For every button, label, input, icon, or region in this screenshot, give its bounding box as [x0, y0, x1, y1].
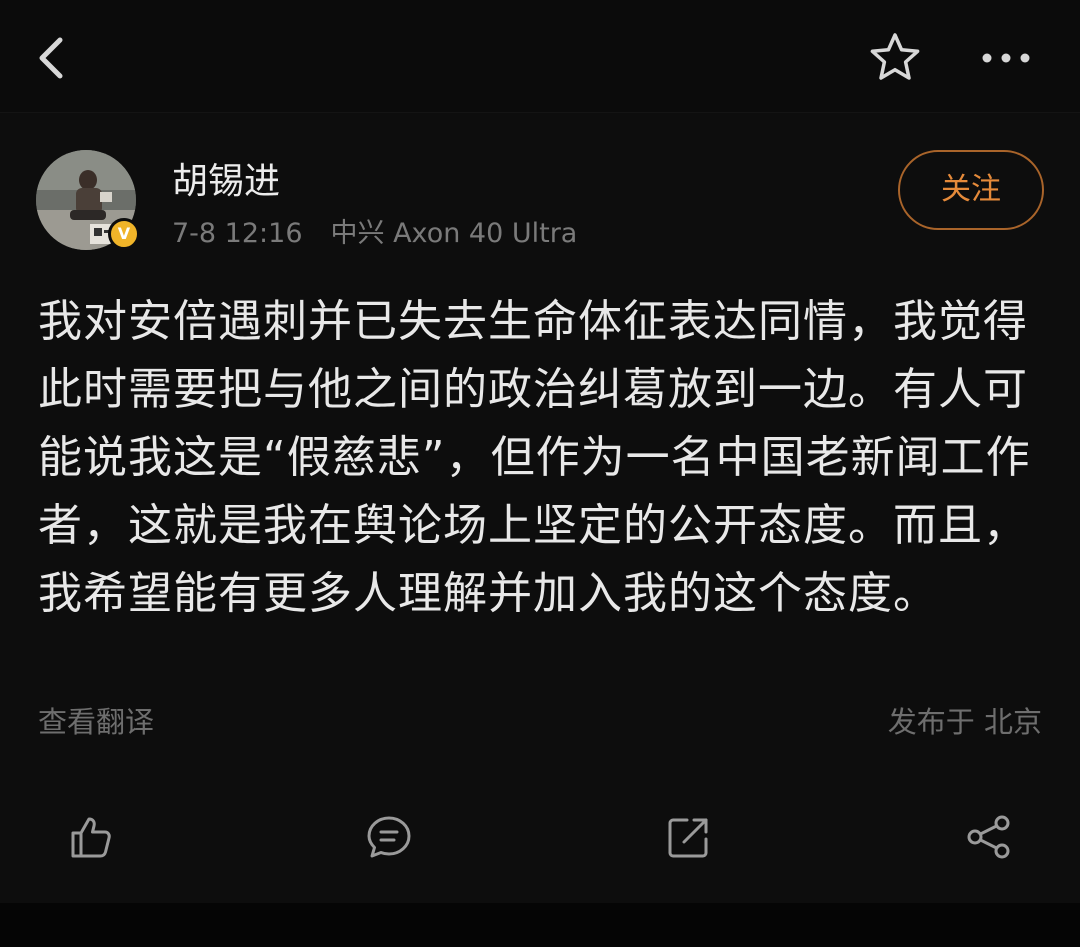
bottom-edge [0, 903, 1080, 947]
verified-badge: V [108, 218, 140, 250]
more-horizontal-icon [982, 53, 1030, 63]
post-content: 我对安倍遇刺并已失去生命体征表达同情，我觉得此时需要把与他之间的政治纠葛放到一边… [38, 296, 1031, 619]
post-meta: 7-8 12:16 中兴 Axon 40 Ultra [172, 216, 577, 252]
chevron-left-icon [39, 37, 63, 79]
repost-icon [668, 818, 708, 858]
comment-button[interactable] [364, 812, 414, 862]
post-location: 发布于 北京 [887, 705, 1042, 739]
post-device: 中兴 Axon 40 Ultra [330, 218, 578, 249]
star-outline-icon [870, 33, 920, 80]
like-button[interactable] [66, 812, 116, 862]
more-options-button[interactable] [975, 40, 1037, 76]
comment-icon [367, 816, 411, 858]
post-timestamp: 7-8 12:16 [172, 218, 303, 249]
share-button[interactable] [964, 812, 1014, 862]
thumbs-up-icon [71, 817, 111, 858]
share-icon [967, 815, 1010, 859]
translate-link[interactable]: 查看翻译 [38, 702, 154, 742]
back-button[interactable] [30, 32, 78, 84]
favorite-button[interactable] [866, 30, 924, 86]
author-name[interactable]: 胡锡进 [172, 160, 280, 204]
top-navigation-bar [0, 0, 1080, 112]
repost-button[interactable] [664, 812, 714, 862]
follow-button[interactable]: 关注 [898, 150, 1044, 230]
